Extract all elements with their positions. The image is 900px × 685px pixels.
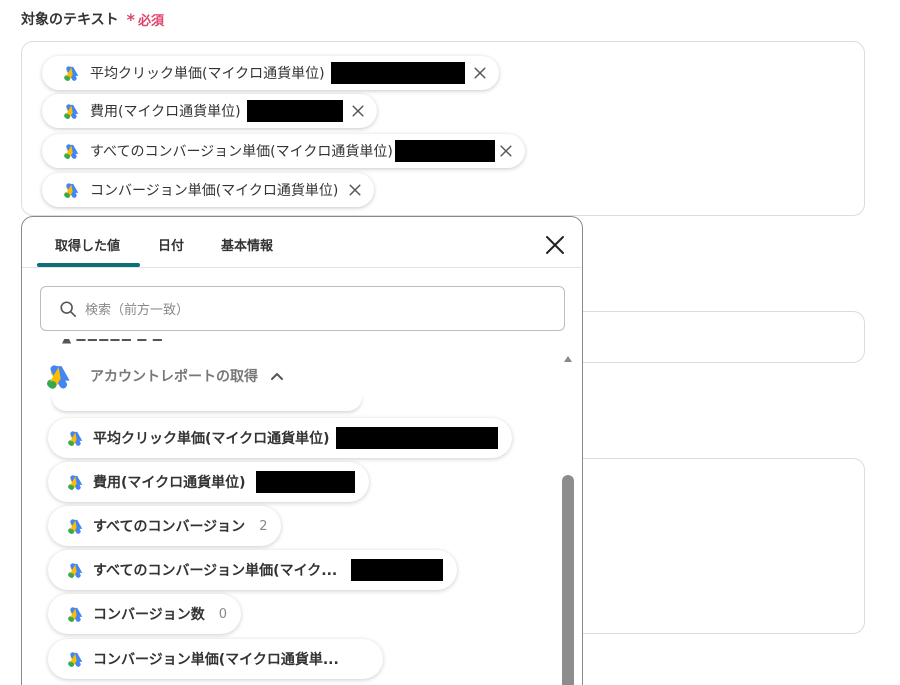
close-icon[interactable] xyxy=(543,233,567,257)
required-text: 必須 xyxy=(137,13,164,29)
value-chip[interactable]: すべてのコンバージョン単価(マイク... xyxy=(48,550,458,590)
tab-date[interactable]: 日付 xyxy=(158,235,184,254)
search-icon xyxy=(60,300,77,317)
chevron-up-icon xyxy=(271,372,283,380)
value-chip-label: すべてのコンバージョン xyxy=(93,519,246,535)
text-chip[interactable]: 平均クリック単価(マイクロ通貨単位) xyxy=(42,56,499,90)
group-title: アカウントレポートの取得 xyxy=(90,369,258,385)
tab-acquired-values[interactable]: 取得した値 xyxy=(55,235,120,254)
cut-off-chip xyxy=(52,395,362,411)
google-ads-icon xyxy=(66,606,84,622)
tab-basic-info[interactable]: 基本情報 xyxy=(221,235,273,254)
remove-chip-icon[interactable] xyxy=(347,100,369,122)
google-ads-icon xyxy=(62,103,80,119)
scroll-up-arrow-icon[interactable] xyxy=(563,355,573,363)
redacted-value xyxy=(351,559,444,581)
value-chip-label: すべてのコンバージョン単価(マイク... xyxy=(93,563,338,579)
google-ads-icon xyxy=(44,363,72,389)
google-ads-icon xyxy=(66,474,84,490)
cut-off-item: ▲ ▬▬▬▬▬ ▬ ▬ xyxy=(62,339,222,349)
chip-label: すべてのコンバージョン単価(マイクロ通貨単位) xyxy=(90,144,393,160)
value-chip-label: 費用(マイクロ通貨単位) xyxy=(93,475,246,491)
google-ads-icon xyxy=(62,182,80,198)
google-ads-icon xyxy=(66,651,84,667)
active-tab-indicator xyxy=(37,263,140,267)
value-chip-label: コンバージョン単価(マイクロ通貨単... xyxy=(93,652,339,668)
required-badge: * 必須 xyxy=(127,10,164,29)
group-header[interactable]: アカウントレポートの取得 xyxy=(44,363,284,389)
text-chip[interactable]: すべてのコンバージョン単価(マイクロ通貨単位) xyxy=(42,134,525,168)
chip-label: コンバージョン単価(マイクロ通貨単位) xyxy=(90,183,339,199)
popup-tabs: 取得した値 日付 基本情報 xyxy=(22,217,582,268)
scrollbar-thumb[interactable] xyxy=(562,475,574,685)
value-chip-count: 2 xyxy=(259,518,268,534)
remove-chip-icon[interactable] xyxy=(495,140,517,162)
redacted-value xyxy=(255,471,355,493)
background-input-field[interactable] xyxy=(560,311,865,363)
value-chip-label: コンバージョン数 xyxy=(93,607,205,623)
field-label: 対象のテキスト * 必須 xyxy=(21,9,164,29)
google-ads-icon xyxy=(66,430,84,446)
search-placeholder: 検索（前方一致） xyxy=(85,303,190,318)
text-chip[interactable]: コンバージョン単価(マイクロ通貨単位) xyxy=(42,173,375,207)
remove-chip-icon[interactable] xyxy=(469,62,491,84)
value-chip[interactable]: コンバージョン数 0 xyxy=(48,594,242,634)
field-label-text: 対象のテキスト xyxy=(21,12,119,28)
remove-chip-icon[interactable] xyxy=(344,179,366,201)
google-ads-icon xyxy=(66,518,84,534)
search-input[interactable]: 検索（前方一致） xyxy=(40,286,565,331)
chip-label: 平均クリック単価(マイクロ通貨単位) xyxy=(90,66,325,82)
google-ads-icon xyxy=(66,562,84,578)
value-chip-count: 0 xyxy=(218,606,228,622)
redacted-value xyxy=(246,100,343,122)
background-textarea-field[interactable] xyxy=(560,458,865,634)
value-picker-popup: 取得した値 日付 基本情報 検索（前方一致） ▲ ▬▬▬▬▬ ▬ ▬ アカウント… xyxy=(21,216,583,685)
value-chip[interactable]: コンバージョン単価(マイクロ通貨単... xyxy=(48,639,383,679)
required-asterisk-icon: * xyxy=(126,9,135,29)
redacted-value xyxy=(394,140,495,162)
chip-label: 費用(マイクロ通貨単位) xyxy=(90,104,241,120)
value-chip[interactable]: 費用(マイクロ通貨単位) xyxy=(48,462,369,502)
redacted-value xyxy=(330,62,465,84)
text-chip[interactable]: 費用(マイクロ通貨単位) xyxy=(42,94,377,128)
redacted-value xyxy=(335,427,498,449)
google-ads-icon xyxy=(62,143,80,159)
value-chip[interactable]: すべてのコンバージョン 2 xyxy=(48,506,282,546)
value-chip[interactable]: 平均クリック単価(マイクロ通貨単位) xyxy=(48,418,512,458)
google-ads-icon xyxy=(62,65,80,81)
value-chip-label: 平均クリック単価(マイクロ通貨単位) xyxy=(93,431,330,447)
